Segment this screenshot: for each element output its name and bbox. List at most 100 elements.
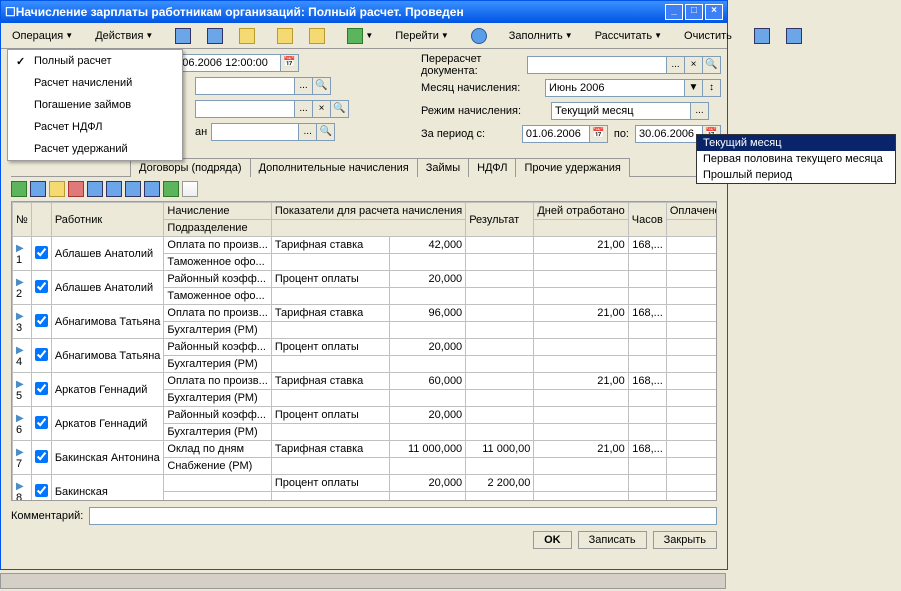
table-row[interactable]: ▶4 Абнагимова Татьяна Районный коэфф...П… <box>13 339 718 356</box>
go-menu-button[interactable]: Перейти ▼ <box>388 27 456 45</box>
field2-more[interactable]: ... <box>295 77 313 95</box>
row-checkbox[interactable] <box>35 484 48 497</box>
tab-prochie[interactable]: Прочие удержания <box>515 158 629 177</box>
col-dept[interactable]: Подразделение <box>164 220 271 237</box>
field4[interactable] <box>211 123 299 141</box>
row-checkbox[interactable] <box>35 382 48 395</box>
toolbar-folder[interactable] <box>302 25 332 47</box>
toolbar-nav-right[interactable] <box>200 25 230 47</box>
field4-lookup[interactable]: 🔍 <box>317 123 335 141</box>
row-checkbox[interactable] <box>35 416 48 429</box>
operation-menu-button[interactable]: Операция ▼ <box>5 27 80 45</box>
date-calendar-button[interactable]: 📅 <box>281 54 299 72</box>
minimize-button[interactable]: _ <box>665 4 683 20</box>
period-current[interactable]: Текущий месяц <box>697 135 895 151</box>
calc-menu-button[interactable]: Рассчитать ▼ <box>588 27 669 45</box>
recalc-x[interactable]: × <box>685 56 703 74</box>
toolbar-nav-left[interactable] <box>168 25 198 47</box>
help-button[interactable] <box>464 25 494 47</box>
row-checkbox[interactable] <box>35 314 48 327</box>
recalc-input[interactable] <box>527 56 667 74</box>
delete-row-icon[interactable] <box>68 181 84 197</box>
row-checkbox[interactable] <box>35 246 48 259</box>
period-past[interactable]: Прошлый период <box>697 167 895 183</box>
po-label: по: <box>614 128 629 140</box>
add-row-icon[interactable] <box>11 181 27 197</box>
refresh-icon[interactable] <box>163 181 179 197</box>
toolbar-down[interactable]: ▼ <box>340 25 380 47</box>
month-input[interactable] <box>545 79 685 97</box>
recalc-more[interactable]: ... <box>667 56 685 74</box>
col-no[interactable]: № <box>13 203 32 237</box>
toolbar-nav-next[interactable] <box>232 25 262 47</box>
field4-more[interactable]: ... <box>299 123 317 141</box>
toolbar-layout1[interactable] <box>747 25 777 47</box>
copy-row-icon[interactable] <box>49 181 65 197</box>
recalc-lookup[interactable]: 🔍 <box>703 56 721 74</box>
tab-dop[interactable]: Дополнительные начисления <box>250 158 418 177</box>
comment-label: Комментарий: <box>11 510 83 522</box>
table-row[interactable]: ▶6 Аркатов Геннадий Районный коэфф...Про… <box>13 407 718 424</box>
field3-clear[interactable]: ... <box>295 100 313 118</box>
menu-deductions[interactable]: Расчет удержаний <box>8 138 182 160</box>
menu-accruals[interactable]: Расчет начислений <box>8 72 182 94</box>
move-up-icon[interactable] <box>87 181 103 197</box>
close-form-button[interactable]: Закрыть <box>653 531 717 549</box>
col-worker[interactable]: Работник <box>51 203 164 237</box>
col-paid[interactable]: Оплачено дней/часов <box>666 203 717 220</box>
app-icon: ☐ <box>5 5 16 19</box>
menu-loans[interactable]: Погашение займов <box>8 94 182 116</box>
edit-row-icon[interactable] <box>30 181 46 197</box>
menu-full-calc[interactable]: Полный расчет <box>8 50 182 72</box>
field2-lookup[interactable]: 🔍 <box>313 77 331 95</box>
table-row[interactable]: ▶7 Бакинская Антонина Оклад по днямТариф… <box>13 441 718 458</box>
row-checkbox[interactable] <box>35 450 48 463</box>
tab-ndfl[interactable]: НДФЛ <box>468 158 516 177</box>
horizontal-scrollbar[interactable] <box>0 573 726 589</box>
row-checkbox[interactable] <box>35 348 48 361</box>
field3-x[interactable]: × <box>313 100 331 118</box>
doc-icon[interactable] <box>182 181 198 197</box>
col-hours[interactable]: Часов <box>628 203 666 237</box>
data-grid[interactable]: № Работник Начисление Показатели для рас… <box>11 201 717 501</box>
period-from[interactable] <box>522 125 590 143</box>
actions-menu-button[interactable]: Действия ▼ <box>88 27 160 45</box>
table-row[interactable]: ▶5 Аркатов Геннадий Оплата по произв...Т… <box>13 373 718 390</box>
sort-desc-icon[interactable] <box>144 181 160 197</box>
comment-input[interactable] <box>89 507 717 525</box>
close-button[interactable]: × <box>705 4 723 20</box>
maximize-button[interactable]: □ <box>685 4 703 20</box>
table-row[interactable]: ▶2 Аблашев Анатолий Районный коэфф...Про… <box>13 271 718 288</box>
period-to[interactable] <box>635 125 703 143</box>
grid-toolbar <box>11 181 717 197</box>
mode-more[interactable]: ... <box>691 102 709 120</box>
table-row[interactable]: ▶1 Аблашев Анатолий Оплата по произв...Т… <box>13 237 718 254</box>
period-first-half[interactable]: Первая половина текущего месяца <box>697 151 895 167</box>
period-from-cal[interactable]: 📅 <box>590 125 608 143</box>
clear-button[interactable]: Очистить <box>677 27 739 45</box>
field3[interactable] <box>195 100 295 118</box>
row-checkbox[interactable] <box>35 280 48 293</box>
col-accrual[interactable]: Начисление <box>164 203 271 220</box>
col-result[interactable]: Результат <box>466 203 534 237</box>
move-down-icon[interactable] <box>106 181 122 197</box>
tab-zaimy[interactable]: Займы <box>417 158 469 177</box>
menu-ndfl[interactable]: Расчет НДФЛ <box>8 116 182 138</box>
ok-button[interactable]: OK <box>533 531 572 549</box>
table-row[interactable]: ▶8 Бакинская Процент оплаты20,0002 200,0… <box>13 475 718 492</box>
toolbar-layout2[interactable] <box>779 25 809 47</box>
toolbar-book[interactable] <box>270 25 300 47</box>
sort-asc-icon[interactable] <box>125 181 141 197</box>
col-check[interactable] <box>31 203 51 237</box>
month-label: Месяц начисления: <box>421 82 545 94</box>
month-drop[interactable]: ▼ <box>685 79 703 97</box>
save-button[interactable]: Записать <box>578 531 647 549</box>
col-indicators[interactable]: Показатели для расчета начисления <box>271 203 465 220</box>
field2[interactable] <box>195 77 295 95</box>
fill-menu-button[interactable]: Заполнить ▼ <box>502 27 580 45</box>
table-row[interactable]: ▶3 Абнагимова Татьяна Оплата по произв..… <box>13 305 718 322</box>
field3-lookup[interactable]: 🔍 <box>331 100 349 118</box>
col-days[interactable]: Дней отработано <box>534 203 628 220</box>
mode-input[interactable] <box>551 102 691 120</box>
month-step[interactable]: ↕ <box>703 79 721 97</box>
